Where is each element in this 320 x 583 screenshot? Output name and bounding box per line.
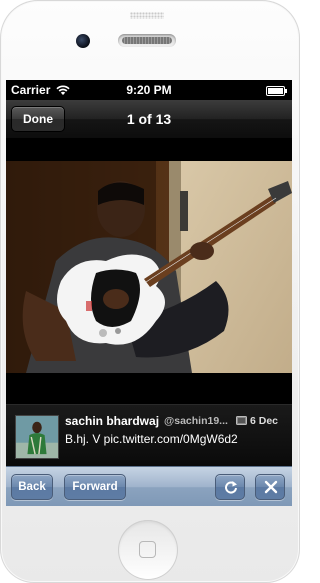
- bottom-toolbar: Back Forward: [6, 466, 292, 506]
- battery-icon: [266, 85, 288, 96]
- close-button[interactable]: [255, 474, 285, 500]
- home-square-icon: [139, 541, 156, 558]
- tweet-date: 6 Dec: [250, 415, 279, 427]
- tweet-text[interactable]: B.hj. V pic.twitter.com/0MgW6d2: [65, 432, 238, 446]
- close-icon: [264, 480, 278, 494]
- refresh-button[interactable]: [215, 474, 245, 500]
- screen: Carrier 9:20 PM Done 1 of 13 sachin bhar…: [6, 80, 292, 506]
- page-title: 1 of 13: [126, 111, 172, 127]
- tweet-photo: [6, 161, 292, 373]
- photo-attachment-icon: [236, 416, 247, 425]
- tweet-author-name[interactable]: sachin bhardwaj: [65, 414, 159, 428]
- tweet-author-handle[interactable]: @sachin19...: [164, 415, 228, 427]
- done-button[interactable]: Done: [11, 106, 65, 132]
- status-time: 9:20 PM: [126, 83, 172, 97]
- home-button[interactable]: [118, 520, 178, 580]
- status-bar: Carrier 9:20 PM: [6, 80, 292, 100]
- photo-viewer[interactable]: [6, 139, 292, 404]
- speaker-grille: [130, 12, 164, 19]
- phone-frame: Carrier 9:20 PM Done 1 of 13 sachin bhar…: [0, 0, 300, 583]
- tweet-panel[interactable]: sachin bhardwaj @sachin19... 6 Dec B.hj.…: [6, 404, 292, 467]
- avatar[interactable]: [15, 415, 59, 459]
- navigation-bar: Done 1 of 13: [6, 100, 292, 139]
- refresh-icon: [225, 481, 237, 494]
- forward-button[interactable]: Forward: [64, 474, 126, 500]
- front-camera: [76, 34, 90, 48]
- earpiece-speaker: [118, 34, 176, 47]
- back-button[interactable]: Back: [11, 474, 53, 500]
